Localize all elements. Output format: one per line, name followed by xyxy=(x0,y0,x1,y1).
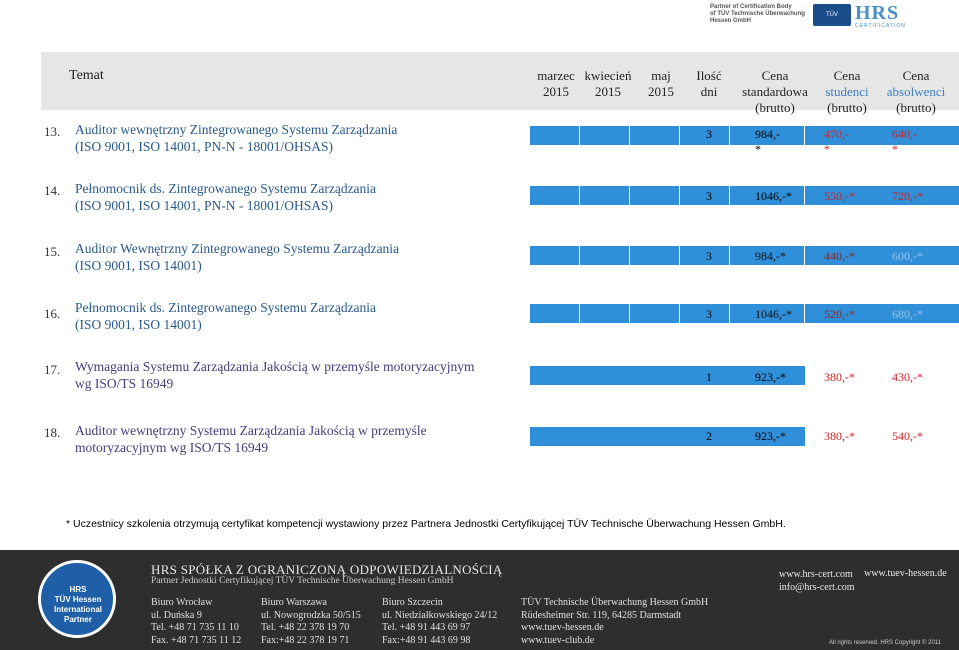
days-value: 1 xyxy=(706,370,712,384)
days-value: 3 xyxy=(706,307,712,321)
price-standard: 923,-* xyxy=(755,370,786,384)
header-cena-studenci: Cena studenci (brutto) xyxy=(825,68,869,115)
price-graduates: 720,-* xyxy=(892,189,923,203)
tuv-website-link[interactable]: www.tuev-hessen.de xyxy=(864,568,947,579)
price-standard: 984,-* xyxy=(755,249,786,263)
header-cena-absolwenci: Cena absolwenci (brutto) xyxy=(886,68,946,115)
days-value: 2 xyxy=(706,429,712,443)
website-link[interactable]: www.hrs-cert.com xyxy=(779,568,855,581)
row-number: 17. xyxy=(44,362,61,377)
hrs-logo-subtext: CERTIFICATION xyxy=(855,23,906,29)
price-students: 440,-* xyxy=(824,249,855,263)
office-tuv: TÜV Technische Überwachung Hessen GmbH Rü… xyxy=(521,597,709,646)
partner-line-2: of TÜV Technische Überwachung xyxy=(710,11,805,17)
partner-line-1: Partner of Certification Body xyxy=(710,4,792,10)
price-students: 380,-* xyxy=(824,429,855,443)
footnote: * Uczestnicy szkolenia otrzymują certyfi… xyxy=(66,518,786,530)
hrs-logo-text: HRS xyxy=(855,2,900,24)
office-wroclaw: Biuro Wrocław ul. Duńska 9 Tel. +48 71 735… xyxy=(151,597,242,646)
tuv-logo-icon: TÜV xyxy=(813,4,851,26)
row-title: Pełnomocnik ds. Zintegrowanego Systemu Z… xyxy=(75,181,377,213)
price-students: 470,-* xyxy=(824,127,849,156)
row-number: 13. xyxy=(44,124,61,139)
office-warszawa: Biuro Warszawa ul. Nowogrodzka 50/515 Tel.… xyxy=(261,597,361,646)
header-cena-standardowa: Cena standardowa (brutto) xyxy=(742,68,808,115)
partner-logo-text: Partner of Certification Body of TÜV Tec… xyxy=(710,4,805,25)
price-graduates: 540,-* xyxy=(892,429,923,443)
row-number: 18. xyxy=(44,425,61,440)
row-title: Auditor wewnętrzny Zintegrowanego System… xyxy=(75,122,398,154)
price-students: 380,-* xyxy=(824,370,855,384)
row-number: 14. xyxy=(44,183,61,198)
company-partner-line: Partner Jednostki Certyfikującej TÜV Tec… xyxy=(151,576,454,586)
email-link[interactable]: info@hrs-cert.com xyxy=(779,581,855,594)
days-value: 3 xyxy=(706,249,712,263)
price-graduates: 600,-* xyxy=(892,249,923,263)
contact-links: www.hrs-cert.com info@hrs-cert.com xyxy=(779,568,855,594)
copyright: All rights reserved. HRS Copyright © 201… xyxy=(829,640,942,646)
days-value: 3 xyxy=(706,127,712,141)
footer: HRS TÜV Hessen International Partner HRS… xyxy=(0,550,959,650)
header-marzec: marzec 2015 xyxy=(537,68,575,99)
price-students: 550,-* xyxy=(824,189,855,203)
hrs-certification-logo: HRS CERTIFICATION xyxy=(855,2,915,29)
row-number: 15. xyxy=(44,244,61,259)
tuv-hessen-badge-icon: HRS TÜV Hessen International Partner xyxy=(38,560,116,638)
price-graduates: 680,-* xyxy=(892,307,923,321)
price-graduates: 430,-* xyxy=(892,370,923,384)
partner-line-3: Hessen GmbH xyxy=(710,18,752,24)
price-standard: 1046,-* xyxy=(755,189,792,203)
row-title: Pełnomocnik ds. Zintegrowanego Systemu Z… xyxy=(75,300,377,332)
office-szczecin: Biuro Szczecin ul. Niedziałkowskiego 24/1… xyxy=(382,597,498,646)
row-title: Auditor wewnętrzny Systemu Zarządzania J… xyxy=(75,423,427,455)
price-standard: 923,-* xyxy=(755,429,786,443)
price-graduates: 640,-* xyxy=(892,127,917,156)
header-kwiecien: kwiecień 2015 xyxy=(584,68,632,99)
price-standard: 984,-* xyxy=(755,127,780,156)
price-students: 520,-* xyxy=(824,307,855,321)
header-dni: Ilość dni xyxy=(696,68,722,99)
header-maj: maj 2015 xyxy=(648,68,674,99)
days-value: 3 xyxy=(706,189,712,203)
row-title: Wymagania Systemu Zarządzania Jakością w… xyxy=(75,359,475,391)
table-header: Temat marzec 2015 kwiecień 2015 maj 2015 Il… xyxy=(41,52,959,115)
row-title: Auditor Wewnętrzny Zintegrowanego System… xyxy=(75,241,400,273)
row-number: 16. xyxy=(44,306,61,321)
header-title: Temat xyxy=(69,68,104,83)
price-standard: 1046,-* xyxy=(755,307,792,321)
